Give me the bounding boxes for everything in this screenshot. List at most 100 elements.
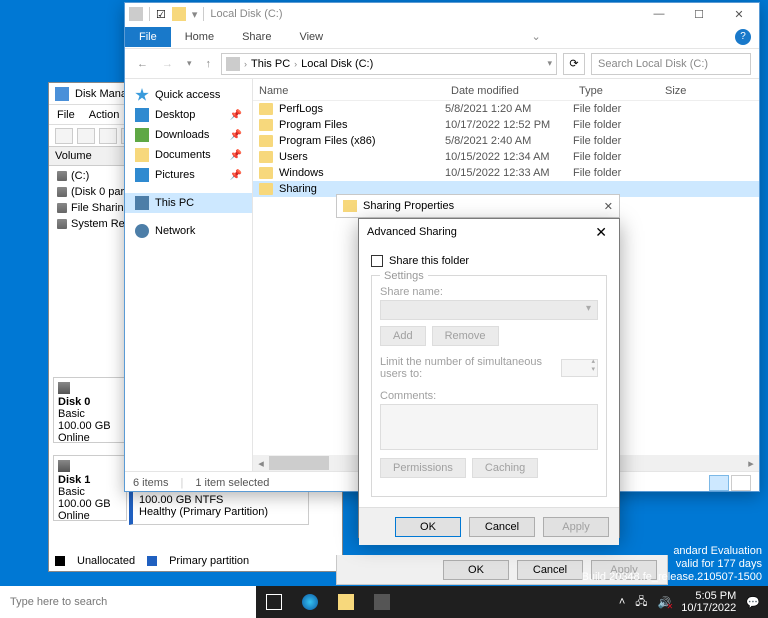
dm-disk1-panel[interactable]: Disk 1 Basic 100.00 GB Online [53, 455, 127, 521]
column-headers[interactable]: Name Date modified Type Size [253, 79, 759, 101]
nav-back-button[interactable]: ← [133, 58, 152, 70]
tray-clock[interactable]: 5:05 PM 10/17/2022 [681, 590, 736, 614]
share-name-label: Share name: [380, 286, 598, 298]
file-row[interactable]: Users10/15/2022 12:34 AMFile folder [253, 149, 759, 165]
nav-up-button[interactable]: ↑ [202, 58, 216, 70]
tray-notifications-icon[interactable]: 💬 [746, 596, 760, 609]
nav-this-pc[interactable]: This PC [125, 193, 252, 213]
nav-network[interactable]: Network [125, 221, 252, 241]
file-row[interactable]: Program Files (x86)5/8/2021 2:40 AMFile … [253, 133, 759, 149]
nav-quick-access[interactable]: Quick access [125, 85, 252, 105]
nav-pictures[interactable]: Pictures📌 [125, 165, 252, 185]
pin-icon: 📌 [230, 130, 242, 141]
minimize-button[interactable]: — [639, 3, 679, 25]
breadcrumb[interactable]: › This PC › Local Disk (C:) ▾ [221, 53, 557, 75]
ribbon-file[interactable]: File [125, 27, 171, 47]
caching-button: Caching [472, 458, 538, 478]
checkbox-icon [371, 255, 383, 267]
nav-documents[interactable]: Documents📌 [125, 145, 252, 165]
scroll-left-button[interactable]: ◂ [253, 457, 269, 470]
adv-cancel-button[interactable]: Cancel [469, 517, 535, 537]
pin-icon: 📌 [230, 110, 242, 121]
folder-icon [259, 119, 273, 131]
drive-icon [226, 57, 240, 71]
refresh-button[interactable]: ⟳ [563, 53, 585, 75]
taskbar-server-manager[interactable] [364, 586, 400, 618]
dm-fwd-button[interactable] [77, 128, 95, 144]
folder-icon [259, 103, 273, 115]
share-folder-checkbox[interactable]: Share this folder [371, 255, 607, 267]
ribbon-expand-icon[interactable]: ⌄ [525, 30, 546, 43]
props-ok-button[interactable]: OK [443, 560, 509, 580]
maximize-button[interactable]: ☐ [679, 3, 719, 25]
dm-partition-c[interactable]: 100.00 GB NTFS Healthy (Primary Partitio… [129, 491, 309, 525]
ribbon-home[interactable]: Home [171, 27, 228, 47]
disk-icon [58, 382, 70, 394]
nav-recent-button[interactable]: ▾ [183, 58, 196, 69]
system-tray: ˄ 🖧 🔊✕ 5:05 PM 10/17/2022 💬 [611, 590, 768, 614]
downloads-icon [135, 128, 149, 142]
task-view-button[interactable] [256, 586, 292, 618]
scroll-right-button[interactable]: ▸ [743, 457, 759, 470]
dm-back-button[interactable] [55, 128, 73, 144]
file-row[interactable]: PerfLogs5/8/2021 1:20 AMFile folder [253, 101, 759, 117]
folder-icon [338, 594, 354, 610]
sharing-properties-titlebar[interactable]: Sharing Properties ✕ [336, 194, 620, 218]
folder-icon[interactable] [172, 7, 186, 21]
taskbar-edge[interactable] [292, 586, 328, 618]
ribbon-share[interactable]: Share [228, 27, 285, 47]
adv-apply-button: Apply [543, 517, 609, 537]
close-icon[interactable]: ✕ [604, 200, 613, 213]
adv-titlebar[interactable]: Advanced Sharing ✕ [359, 219, 619, 245]
comments-textarea [380, 404, 598, 450]
explorer-addressbar: ← → ▾ ↑ › This PC › Local Disk (C:) ▾ ⟳ … [125, 49, 759, 79]
documents-icon [135, 148, 149, 162]
windows-watermark: andard Evaluation valid for 177 days Bui… [582, 545, 762, 584]
status-selected-count: 1 item selected [195, 477, 269, 489]
adv-ok-button[interactable]: OK [395, 517, 461, 537]
limit-label: Limit the number of simultaneous users t… [380, 356, 553, 380]
props-cancel-button[interactable]: Cancel [517, 560, 583, 580]
view-details-button[interactable] [709, 475, 729, 491]
nav-forward-button: → [158, 58, 177, 70]
tray-volume-icon[interactable]: 🔊✕ [658, 596, 672, 609]
permissions-button: Permissions [380, 458, 466, 478]
pin-icon: 📌 [230, 170, 242, 181]
close-button[interactable]: ✕ [719, 3, 759, 25]
nav-downloads[interactable]: Downloads📌 [125, 125, 252, 145]
dm-disk0-panel[interactable]: Disk 0 Basic 100.00 GB Online [53, 377, 127, 443]
remove-button: Remove [432, 326, 499, 346]
tray-chevron-icon[interactable]: ˄ [619, 596, 625, 608]
folder-icon [259, 135, 273, 147]
nav-desktop[interactable]: Desktop📌 [125, 105, 252, 125]
dm-menu-file[interactable]: File [57, 109, 75, 121]
pc-icon [135, 196, 149, 210]
view-large-button[interactable] [731, 475, 751, 491]
explorer-titlebar[interactable]: ☑ ▾ Local Disk (C:) — ☐ ✕ [125, 3, 759, 25]
share-name-combo [380, 300, 598, 320]
taskbar-explorer[interactable] [328, 586, 364, 618]
disk-icon [55, 87, 69, 101]
pictures-icon [135, 168, 149, 182]
comments-label: Comments: [380, 390, 598, 402]
folder-icon [259, 167, 273, 179]
legend-primary-swatch [147, 556, 157, 566]
help-icon[interactable]: ? [735, 29, 751, 45]
search-input[interactable]: Search Local Disk (C:) [591, 53, 751, 75]
dm-tool-button[interactable] [99, 128, 117, 144]
disk-icon [58, 460, 70, 472]
tray-network-icon[interactable]: 🖧 [635, 593, 647, 612]
file-row[interactable]: Windows10/15/2022 12:33 AMFile folder [253, 165, 759, 181]
qat-button[interactable]: ☑ [156, 8, 166, 21]
window-title: Local Disk (C:) [210, 8, 282, 20]
ribbon-view[interactable]: View [285, 27, 337, 47]
file-row[interactable]: Program Files10/17/2022 12:52 PMFile fol… [253, 117, 759, 133]
scroll-thumb[interactable] [269, 456, 329, 470]
user-limit-spinner [561, 359, 598, 377]
taskbar-search[interactable]: Type here to search [0, 586, 256, 618]
drive-icon [129, 7, 143, 21]
disk-icon [57, 219, 67, 229]
close-button[interactable]: ✕ [591, 224, 611, 241]
chevron-down-icon[interactable]: ▾ [547, 58, 552, 69]
dm-menu-action[interactable]: Action [89, 109, 120, 121]
